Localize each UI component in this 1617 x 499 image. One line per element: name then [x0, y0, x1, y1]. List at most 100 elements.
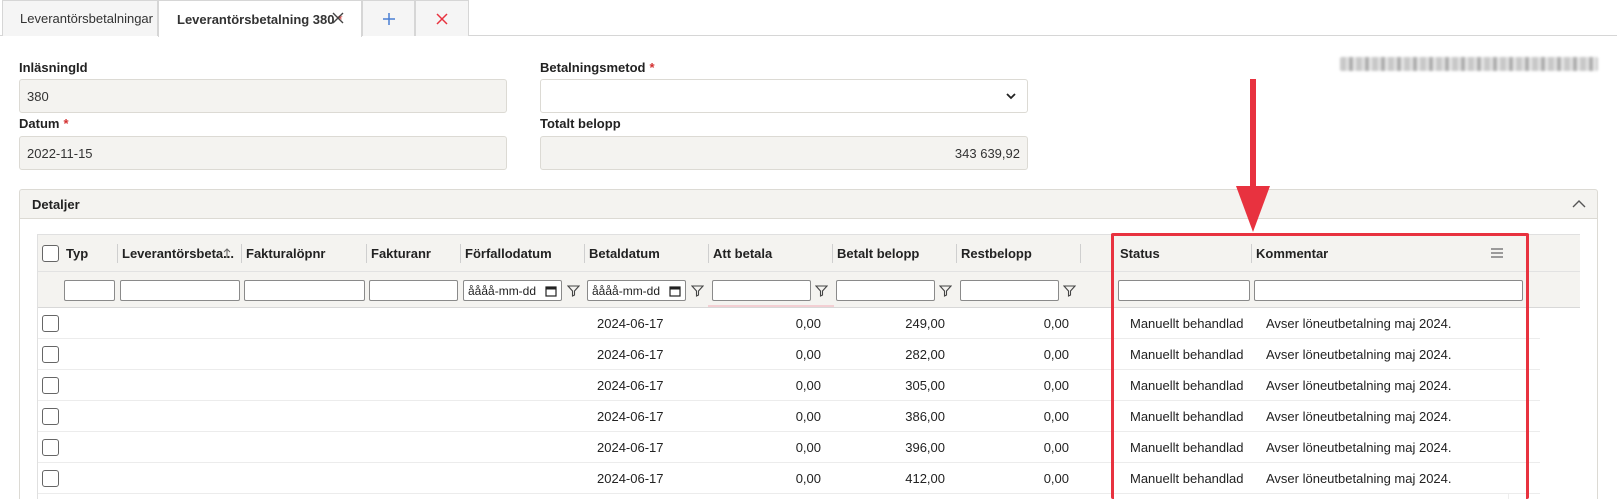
column-header-typ[interactable]: Typ [62, 235, 118, 272]
cell-kommentar: Avser löneutbetalning maj 2024. [1266, 440, 1452, 455]
cell-status: Manuellt behandlad [1130, 378, 1244, 393]
chevron-down-icon [1006, 93, 1016, 100]
tab-label: Leverantörsbetalningar [20, 11, 153, 26]
column-header-kommentar[interactable]: Kommentar [1252, 235, 1512, 272]
funnel-icon[interactable] [1063, 284, 1076, 297]
grid-filter-row: åååå-mm-dd åååå-mm-dd [38, 272, 1580, 308]
cell-status: Manuellt behandlad [1130, 347, 1244, 362]
cell-att-betala: 0,00 [795, 378, 821, 393]
cell-att-betala: 0,00 [795, 347, 821, 362]
cell-restbelopp: 0,00 [1043, 409, 1069, 424]
column-header-fakturanr[interactable]: Fakturanr [367, 235, 461, 272]
table-row[interactable]: 2024-06-17 0,00 396,00 0,00 Manuellt behandl… [38, 432, 1540, 463]
table-row[interactable]: 2024-06-17 0,00 386,00 0,00 Manuellt behandl… [38, 401, 1540, 432]
close-icon [436, 12, 448, 25]
filter-input-forfallodatum[interactable]: åååå-mm-dd [463, 280, 562, 301]
tab-leverantorsbetalning-380[interactable]: Leverantörsbetalning 380 * [158, 0, 362, 37]
cell-restbelopp: 0,00 [1043, 316, 1069, 331]
cell-restbelopp: 0,00 [1043, 378, 1069, 393]
calendar-icon[interactable] [669, 285, 681, 297]
column-header-betaldatum[interactable]: Betaldatum [585, 235, 709, 272]
chevron-up-icon[interactable] [1571, 197, 1587, 211]
cell-betaldatum: 2024-06-17 [597, 471, 664, 486]
cell-att-betala: 0,00 [795, 471, 821, 486]
detaljer-panel-header[interactable]: Detaljer [19, 189, 1598, 219]
filter-input-typ[interactable] [64, 280, 115, 301]
cell-status: Manuellt behandlad [1130, 440, 1244, 455]
row-checkbox[interactable] [42, 470, 59, 487]
funnel-icon[interactable] [691, 284, 704, 297]
grid-header-row: Typ Leverantörsbeta... Fakturalöpnr Fakt… [38, 235, 1580, 272]
column-header-restbelopp[interactable]: Restbelopp [957, 235, 1081, 272]
cell-betalt-belopp: 386,00 [905, 409, 945, 424]
cell-att-betala: 0,00 [795, 409, 821, 424]
cell-kommentar: Avser löneutbetalning maj 2024. [1266, 409, 1452, 424]
filter-input-betaldatum[interactable]: åååå-mm-dd [587, 280, 686, 301]
row-checkbox[interactable] [42, 346, 59, 363]
column-header-betalt-belopp[interactable]: Betalt belopp [833, 235, 957, 272]
date-placeholder: åååå-mm-dd [468, 283, 537, 298]
totalt-belopp-field: 343 639,92 [540, 136, 1028, 170]
column-header-att-betala[interactable]: Att betala [709, 235, 833, 272]
cell-betalt-belopp: 282,00 [905, 347, 945, 362]
plus-icon [382, 12, 395, 25]
table-row[interactable]: 2024-06-17 0,00 305,00 0,00 Manuellt behandl… [38, 370, 1540, 401]
cell-kommentar: Avser löneutbetalning maj 2024. [1266, 316, 1452, 331]
datum-label: Datum * [19, 116, 69, 131]
table-row[interactable]: 2024-06-17 0,00 282,00 0,00 Manuellt behandl… [38, 339, 1540, 370]
cell-att-betala: 0,00 [795, 316, 821, 331]
inlasning-field[interactable]: 380 [19, 79, 507, 113]
tab-bar: Leverantörsbetalningar Leverantörsbetaln… [0, 0, 1617, 37]
betalningsmetod-label: Betalningsmetod * [540, 60, 655, 75]
filter-input-fakturalopnr[interactable] [244, 280, 365, 301]
tab-leverantorsbetalningar[interactable]: Leverantörsbetalningar [2, 0, 158, 36]
cell-betaldatum: 2024-06-17 [597, 378, 664, 393]
column-header-leverantorsbetalning[interactable]: Leverantörsbeta... [118, 235, 242, 272]
funnel-icon[interactable] [815, 284, 828, 297]
add-tab-button[interactable] [362, 0, 415, 36]
cell-betalt-belopp: 412,00 [905, 471, 945, 486]
filter-input-restbelopp[interactable] [960, 280, 1059, 301]
arrow-up-icon [223, 248, 231, 258]
row-checkbox[interactable] [42, 408, 59, 425]
close-all-tabs-button[interactable] [415, 0, 469, 36]
row-checkbox[interactable] [42, 315, 59, 332]
datum-field[interactable]: 2022-11-15 [19, 136, 507, 170]
table-row[interactable]: 2024-06-17 0,00 249,00 0,00 Manuellt behandl… [38, 308, 1540, 339]
column-resize-indicator [708, 305, 834, 307]
betalningsmetod-select[interactable] [540, 79, 1028, 113]
cell-restbelopp: 0,00 [1043, 471, 1069, 486]
inlasning-label: InläsningId [19, 60, 88, 75]
row-checkbox[interactable] [42, 439, 59, 456]
filter-input-status[interactable] [1118, 280, 1250, 301]
blurred-user-info [1340, 57, 1598, 71]
select-all-checkbox[interactable] [42, 245, 59, 262]
filter-input-kommentar[interactable] [1254, 280, 1523, 301]
funnel-icon[interactable] [567, 284, 580, 297]
tab-label: Leverantörsbetalning 380 [177, 11, 335, 27]
table-row[interactable]: 2024-06-17 0,00 412,00 0,00 Manuellt behandl… [38, 463, 1540, 494]
filter-input-fakturanr[interactable] [369, 280, 458, 301]
annotation-arrow-head [1236, 186, 1270, 232]
inlasning-value: 380 [27, 88, 49, 104]
filter-input-leverantorsbetalning[interactable] [120, 280, 240, 301]
filter-input-betalt-belopp[interactable] [836, 280, 935, 301]
column-header-fakturalopnr[interactable]: Fakturalöpnr [242, 235, 367, 272]
funnel-icon[interactable] [939, 284, 952, 297]
cell-betaldatum: 2024-06-17 [597, 316, 664, 331]
calendar-icon[interactable] [545, 285, 557, 297]
close-icon[interactable] [329, 9, 347, 27]
cell-betalt-belopp: 305,00 [905, 378, 945, 393]
cell-betaldatum: 2024-06-17 [597, 440, 664, 455]
cell-betalt-belopp: 249,00 [905, 316, 945, 331]
filter-input-att-betala[interactable] [712, 280, 811, 301]
cell-betaldatum: 2024-06-17 [597, 347, 664, 362]
cell-status: Manuellt behandlad [1130, 316, 1244, 331]
column-header-status[interactable]: Status [1116, 235, 1252, 272]
row-checkbox[interactable] [42, 377, 59, 394]
cell-att-betala: 0,00 [795, 440, 821, 455]
column-header-forfallodatum[interactable]: Förfallodatum [461, 235, 585, 272]
hamburger-menu-icon[interactable] [1490, 247, 1504, 259]
totalt-belopp-label: Totalt belopp [540, 116, 621, 131]
cell-kommentar: Avser löneutbetalning maj 2024. [1266, 471, 1452, 486]
